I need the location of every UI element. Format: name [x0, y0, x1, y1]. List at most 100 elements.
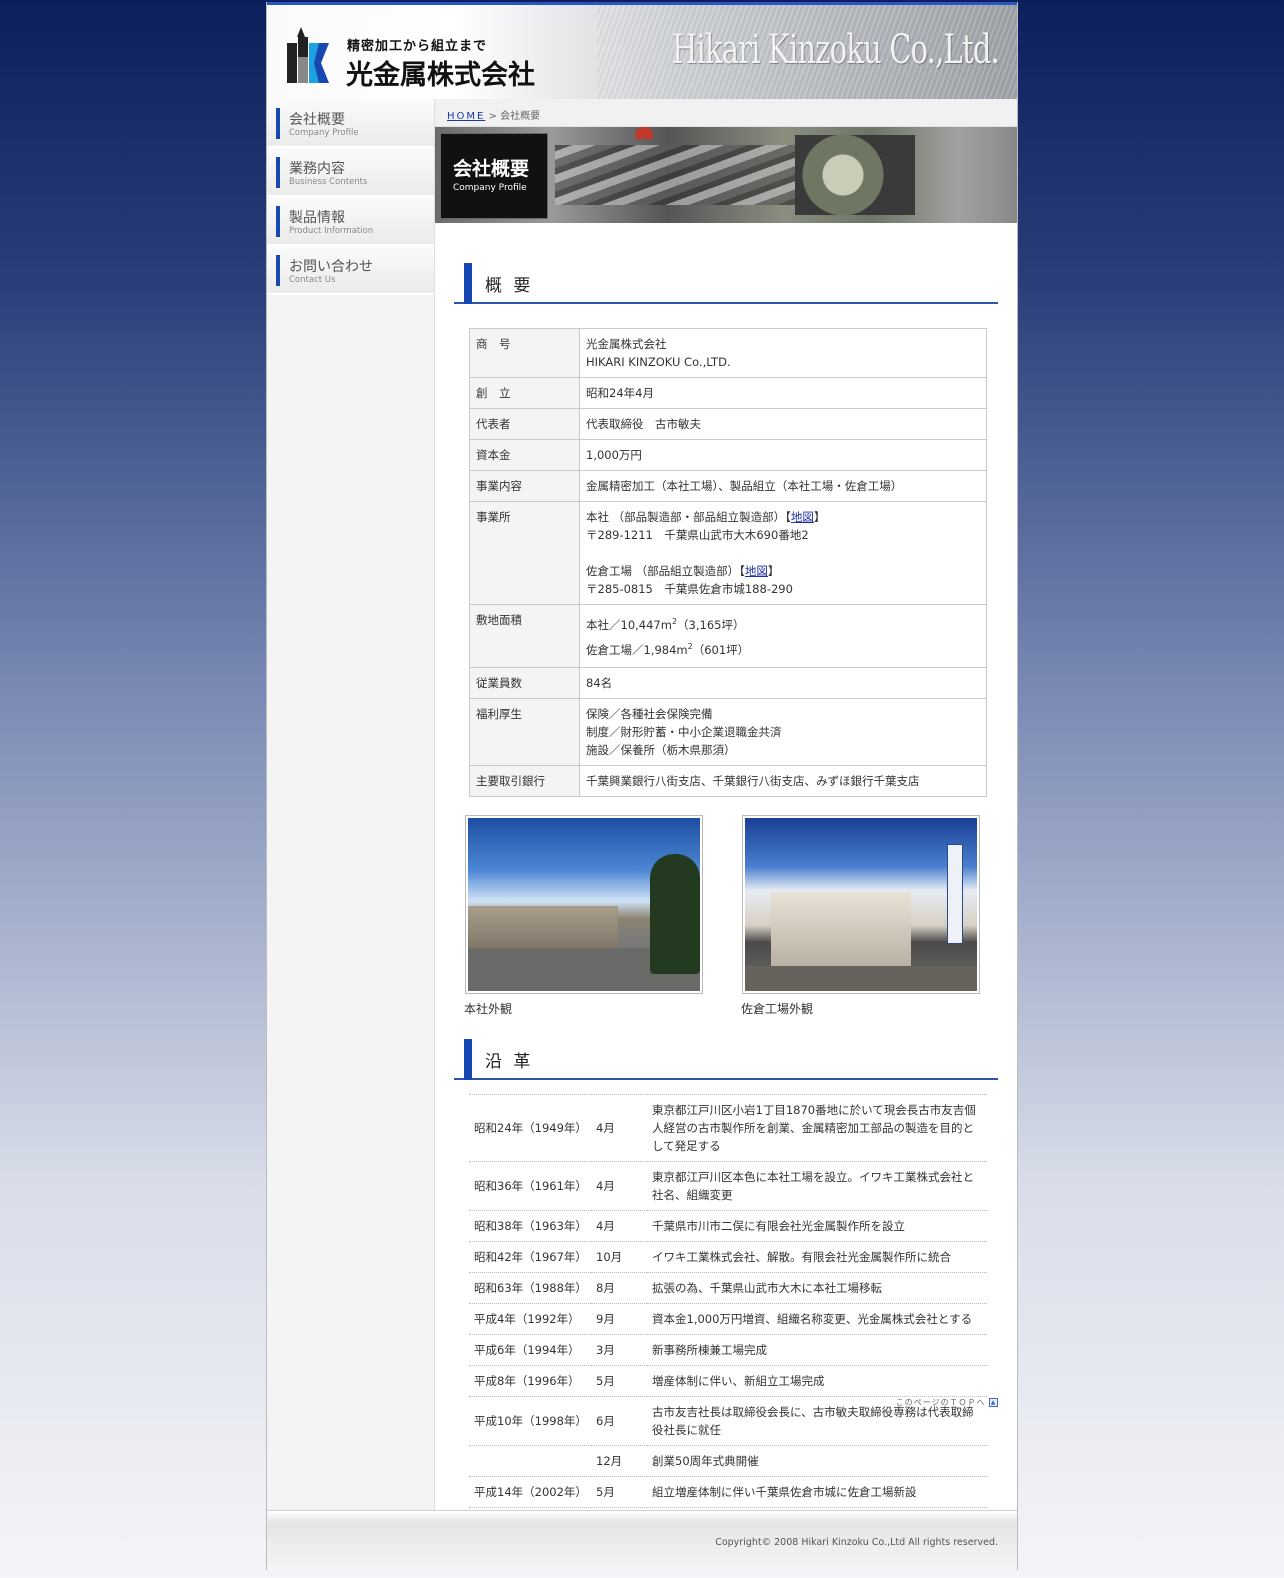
- table-row: 代表者 代表取締役 古市敏夫: [469, 408, 987, 440]
- table-row: 商 号 光金属株式会社 HIKARI KINZOKU Co.,LTD.: [469, 328, 987, 378]
- site-area-tsubo: （3,165坪）: [677, 617, 745, 632]
- sakura-factory-image: [745, 817, 977, 991]
- site-area-text: 佐倉工場／1,984m: [586, 642, 688, 657]
- table-value: 光金属株式会社 HIKARI KINZOKU Co.,LTD.: [579, 328, 987, 378]
- copyright-text: Copyright© 2008 Hikari Kinzoku Co.,Ltd A…: [715, 1537, 998, 1548]
- history-text: 東京都江戸川区小岩1丁目1870番地に於いて現会長古市友吉個人経営の古市製作所を…: [647, 1093, 987, 1162]
- sidebar-item-sublabel: Contact Us: [289, 275, 336, 285]
- breadcrumb: HOME > 会社概要: [435, 99, 1017, 127]
- photo-caption: 佐倉工場外観: [741, 1001, 814, 1016]
- sidebar-item-contact-us[interactable]: お問い合わせ Contact Us: [267, 246, 434, 295]
- table-value: 千葉興業銀行八街支店、千葉銀行八街支店、みずほ銀行千葉支店: [579, 764, 987, 797]
- site-area-text: 本社／10,447m: [586, 617, 672, 632]
- history-month: 6月: [591, 1395, 647, 1446]
- table-value: 1,000万円: [579, 439, 987, 471]
- table-key: 資本金: [469, 439, 580, 471]
- history-month: 8月: [591, 1271, 647, 1304]
- history-month: 4月: [591, 1093, 647, 1162]
- sidebar-item-sublabel: Company Profile: [289, 128, 359, 138]
- history-text: 創業50周年式典開催: [647, 1444, 987, 1477]
- office-honsha-address: 〒289-1211 千葉県山武市大木690番地2: [586, 528, 809, 542]
- table-value: 本社／10,447m2（3,165坪） 佐倉工場／1,984m2（601坪）: [579, 604, 987, 668]
- banner-title-box: 会社概要 Company Profile: [440, 133, 548, 219]
- site-area-tsubo: （601坪）: [692, 642, 750, 657]
- company-logo-icon[interactable]: [287, 27, 329, 83]
- history-text: 新事務所棟兼工場完成: [647, 1333, 987, 1366]
- welfare-facility: 施設／保養所（栃木県那須）: [586, 742, 736, 757]
- site-area-sakura: 佐倉工場／1,984m2（601坪）: [586, 636, 980, 661]
- table-key: 商 号: [469, 328, 580, 378]
- banner-subtitle: Company Profile: [453, 183, 527, 193]
- office-honsha: 本社 （部品製造部・部品組立製造部）【地図】: [586, 508, 980, 526]
- table-row: 敷地面積 本社／10,447m2（3,165坪） 佐倉工場／1,984m2（60…: [469, 604, 987, 668]
- bracket-close: 】: [813, 510, 826, 524]
- history-row: 昭和42年（1967年） 10月 イワキ工業株式会社、解散。有限会社光金属製作所に統…: [469, 1240, 987, 1273]
- banner-machine-image: [555, 145, 815, 205]
- table-row: 福利厚生 保険／各種社会保険完備 制度／財形貯蓄・中小企業退職金共済 施設／保養…: [469, 697, 987, 766]
- history-table: 昭和24年（1949年） 4月 東京都江戸川区小岩1丁目1870番地に於いて現会長古…: [469, 1093, 987, 1508]
- company-english-name: Hikari Kinzoku Co.,Ltd.: [672, 27, 1000, 73]
- table-row: 従業員数 84名: [469, 666, 987, 699]
- header-tagline: 精密加工から組立まで: [347, 39, 488, 54]
- table-key: 事業所: [469, 501, 580, 605]
- history-row: 昭和24年（1949年） 4月 東京都江戸川区小岩1丁目1870番地に於いて現会長古…: [469, 1093, 987, 1162]
- overview-heading-text: 概 要: [485, 276, 534, 296]
- arrow-up-icon: ▲: [989, 1398, 998, 1407]
- sakura-map-link[interactable]: 地図: [745, 564, 768, 578]
- office-honsha-label: 本社 （部品製造部・部品組立製造部）【: [586, 510, 791, 524]
- history-text: 増産体制に伴い、新組立工場完成: [647, 1364, 987, 1397]
- history-text: 千葉県市川市二俣に有限会社光金属製作所を設立: [647, 1209, 987, 1242]
- table-value: 昭和24年4月: [579, 377, 987, 409]
- bracket-close: 】: [767, 564, 780, 578]
- history-era: 平成14年（2002年）: [469, 1475, 591, 1508]
- sidebar-item-label: 会社概要: [289, 112, 345, 128]
- photo-caption: 本社外観: [464, 1001, 513, 1016]
- page-container: 精密加工から組立まで 光金属株式会社 Hikari Kinzoku Co.,Lt…: [266, 2, 1018, 1570]
- honsha-map-link[interactable]: 地図: [791, 510, 814, 524]
- history-era: 平成8年（1996年）: [469, 1364, 591, 1397]
- site-footer: Copyright© 2008 Hikari Kinzoku Co.,Ltd A…: [267, 1510, 1017, 1570]
- breadcrumb-home-link[interactable]: HOME: [447, 111, 485, 122]
- banner-machine-image: [795, 135, 915, 215]
- history-month: 5月: [591, 1475, 647, 1508]
- history-row: 昭和63年（1988年） 8月 拡張の為、千葉県山武市大木に本社工場移転: [469, 1271, 987, 1304]
- history-era: 昭和24年（1949年）: [469, 1093, 591, 1162]
- history-era: 平成4年（1992年）: [469, 1302, 591, 1335]
- table-key: 事業内容: [469, 470, 580, 502]
- welfare-insurance: 保険／各種社会保険完備: [586, 706, 713, 721]
- table-value: 金属精密加工（本社工場）、製品組立（本社工場・佐倉工場）: [579, 470, 987, 502]
- company-name: 光金属株式会社: [346, 60, 535, 91]
- history-era: [469, 1444, 591, 1477]
- history-era: 平成10年（1998年）: [469, 1395, 591, 1446]
- sidebar-item-sublabel: Business Contents: [289, 177, 368, 187]
- history-month: 4月: [591, 1160, 647, 1211]
- history-text: イワキ工業株式会社、解散。有限会社光金属製作所に統合: [647, 1240, 987, 1273]
- banner-title: 会社概要: [453, 158, 530, 180]
- site-area-honsha: 本社／10,447m2（3,165坪）: [586, 611, 980, 636]
- history-text: 組立増産体制に伴い千葉県佐倉市城に佐倉工場新設: [647, 1475, 987, 1508]
- overview-table: 商 号 光金属株式会社 HIKARI KINZOKU Co.,LTD. 創 立 …: [469, 328, 987, 797]
- history-heading-text: 沿 革: [485, 1051, 534, 1072]
- table-value: 84名: [579, 666, 987, 699]
- breadcrumb-separator: >: [485, 111, 501, 122]
- photo-gallery: 本社外観 佐倉工場外観: [435, 814, 1017, 1039]
- history-month: 4月: [591, 1209, 647, 1242]
- table-row: 事業内容 金属精密加工（本社工場）、製品組立（本社工場・佐倉工場）: [469, 470, 987, 502]
- page-top-link[interactable]: このページのＴＯＰへ ▲: [896, 1397, 998, 1408]
- company-name-jp: 光金属株式会社: [586, 337, 667, 351]
- site-header: 精密加工から組立まで 光金属株式会社 Hikari Kinzoku Co.,Lt…: [267, 2, 1017, 99]
- sidebar-item-label: お問い合わせ: [289, 259, 373, 275]
- history-text: 拡張の為、千葉県山武市大木に本社工場移転: [647, 1271, 987, 1304]
- sakura-factory-photo: 佐倉工場外観: [741, 814, 980, 1016]
- sidebar-item-company-profile[interactable]: 会社概要 Company Profile: [267, 99, 434, 148]
- table-key: 創 立: [469, 377, 580, 409]
- sidebar-item-product-information[interactable]: 製品情報 Product Information: [267, 197, 434, 246]
- history-era: 昭和42年（1967年）: [469, 1240, 591, 1273]
- sidebar-item-business-contents[interactable]: 業務内容 Business Contents: [267, 148, 434, 197]
- table-row: 事業所 本社 （部品製造部・部品組立製造部）【地図】 〒289-1211 千葉県…: [469, 501, 987, 605]
- welfare-system: 制度／財形貯蓄・中小企業退職金共済: [586, 724, 782, 739]
- company-name-en: HIKARI KINZOKU Co.,LTD.: [586, 355, 731, 369]
- table-value: 保険／各種社会保険完備 制度／財形貯蓄・中小企業退職金共済 施設／保養所（栃木県…: [579, 697, 987, 766]
- sidebar-item-label: 業務内容: [289, 161, 345, 177]
- history-row: 昭和38年（1963年） 4月 千葉県市川市二俣に有限会社光金属製作所を設立: [469, 1209, 987, 1242]
